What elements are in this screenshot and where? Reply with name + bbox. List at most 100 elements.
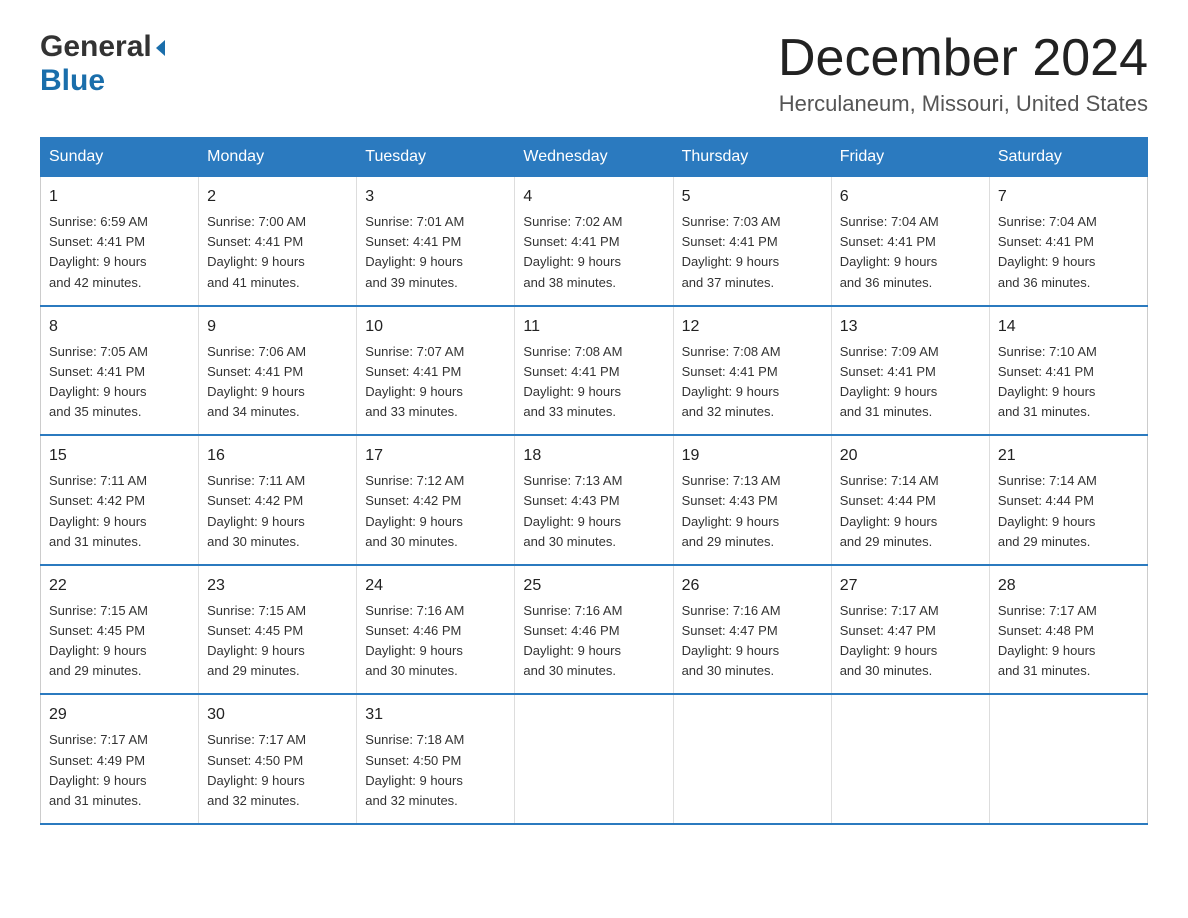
- table-row: 7 Sunrise: 7:04 AMSunset: 4:41 PMDayligh…: [989, 177, 1147, 306]
- day-info: Sunrise: 7:08 AMSunset: 4:41 PMDaylight:…: [682, 344, 781, 419]
- day-number: 4: [523, 185, 664, 209]
- day-number: 3: [365, 185, 506, 209]
- day-number: 29: [49, 703, 190, 727]
- calendar-header: Sunday Monday Tuesday Wednesday Thursday…: [41, 138, 1148, 177]
- calendar-body: 1 Sunrise: 6:59 AMSunset: 4:41 PMDayligh…: [41, 177, 1148, 824]
- day-number: 21: [998, 444, 1139, 468]
- day-number: 6: [840, 185, 981, 209]
- day-number: 27: [840, 574, 981, 598]
- table-row: 13 Sunrise: 7:09 AMSunset: 4:41 PMDaylig…: [831, 306, 989, 436]
- table-row: 19 Sunrise: 7:13 AMSunset: 4:43 PMDaylig…: [673, 435, 831, 565]
- day-info: Sunrise: 7:15 AMSunset: 4:45 PMDaylight:…: [207, 603, 306, 678]
- day-info: Sunrise: 7:13 AMSunset: 4:43 PMDaylight:…: [523, 473, 622, 548]
- day-info: Sunrise: 7:15 AMSunset: 4:45 PMDaylight:…: [49, 603, 148, 678]
- table-row: [831, 694, 989, 824]
- table-row: 25 Sunrise: 7:16 AMSunset: 4:46 PMDaylig…: [515, 565, 673, 695]
- day-number: 7: [998, 185, 1139, 209]
- table-row: 27 Sunrise: 7:17 AMSunset: 4:47 PMDaylig…: [831, 565, 989, 695]
- table-row: 29 Sunrise: 7:17 AMSunset: 4:49 PMDaylig…: [41, 694, 199, 824]
- day-info: Sunrise: 7:05 AMSunset: 4:41 PMDaylight:…: [49, 344, 148, 419]
- table-row: 14 Sunrise: 7:10 AMSunset: 4:41 PMDaylig…: [989, 306, 1147, 436]
- day-info: Sunrise: 7:18 AMSunset: 4:50 PMDaylight:…: [365, 732, 464, 807]
- table-row: 15 Sunrise: 7:11 AMSunset: 4:42 PMDaylig…: [41, 435, 199, 565]
- day-number: 17: [365, 444, 506, 468]
- table-row: [515, 694, 673, 824]
- day-number: 30: [207, 703, 348, 727]
- day-number: 5: [682, 185, 823, 209]
- logo-arrow-icon: [156, 40, 165, 56]
- table-row: 31 Sunrise: 7:18 AMSunset: 4:50 PMDaylig…: [357, 694, 515, 824]
- day-info: Sunrise: 7:07 AMSunset: 4:41 PMDaylight:…: [365, 344, 464, 419]
- day-info: Sunrise: 7:12 AMSunset: 4:42 PMDaylight:…: [365, 473, 464, 548]
- table-row: 10 Sunrise: 7:07 AMSunset: 4:41 PMDaylig…: [357, 306, 515, 436]
- day-number: 28: [998, 574, 1139, 598]
- location-title: Herculaneum, Missouri, United States: [778, 91, 1148, 117]
- logo: General Blue: [40, 30, 165, 98]
- day-number: 26: [682, 574, 823, 598]
- day-info: Sunrise: 7:16 AMSunset: 4:46 PMDaylight:…: [523, 603, 622, 678]
- header-wednesday: Wednesday: [515, 138, 673, 177]
- table-row: 26 Sunrise: 7:16 AMSunset: 4:47 PMDaylig…: [673, 565, 831, 695]
- table-row: 18 Sunrise: 7:13 AMSunset: 4:43 PMDaylig…: [515, 435, 673, 565]
- day-number: 19: [682, 444, 823, 468]
- day-number: 9: [207, 315, 348, 339]
- header-thursday: Thursday: [673, 138, 831, 177]
- day-number: 14: [998, 315, 1139, 339]
- day-number: 16: [207, 444, 348, 468]
- day-info: Sunrise: 7:14 AMSunset: 4:44 PMDaylight:…: [998, 473, 1097, 548]
- day-number: 12: [682, 315, 823, 339]
- day-info: Sunrise: 7:17 AMSunset: 4:47 PMDaylight:…: [840, 603, 939, 678]
- table-row: 9 Sunrise: 7:06 AMSunset: 4:41 PMDayligh…: [199, 306, 357, 436]
- table-row: 2 Sunrise: 7:00 AMSunset: 4:41 PMDayligh…: [199, 177, 357, 306]
- day-info: Sunrise: 7:03 AMSunset: 4:41 PMDaylight:…: [682, 214, 781, 289]
- day-info: Sunrise: 7:13 AMSunset: 4:43 PMDaylight:…: [682, 473, 781, 548]
- logo-blue-text: Blue: [40, 64, 105, 97]
- day-info: Sunrise: 7:11 AMSunset: 4:42 PMDaylight:…: [49, 473, 147, 548]
- day-number: 10: [365, 315, 506, 339]
- title-section: December 2024 Herculaneum, Missouri, Uni…: [778, 30, 1148, 117]
- day-info: Sunrise: 7:00 AMSunset: 4:41 PMDaylight:…: [207, 214, 306, 289]
- day-number: 2: [207, 185, 348, 209]
- table-row: 30 Sunrise: 7:17 AMSunset: 4:50 PMDaylig…: [199, 694, 357, 824]
- table-row: 22 Sunrise: 7:15 AMSunset: 4:45 PMDaylig…: [41, 565, 199, 695]
- day-info: Sunrise: 6:59 AMSunset: 4:41 PMDaylight:…: [49, 214, 148, 289]
- table-row: 16 Sunrise: 7:11 AMSunset: 4:42 PMDaylig…: [199, 435, 357, 565]
- day-number: 31: [365, 703, 506, 727]
- header-monday: Monday: [199, 138, 357, 177]
- day-number: 15: [49, 444, 190, 468]
- header-tuesday: Tuesday: [357, 138, 515, 177]
- day-info: Sunrise: 7:10 AMSunset: 4:41 PMDaylight:…: [998, 344, 1097, 419]
- day-info: Sunrise: 7:17 AMSunset: 4:50 PMDaylight:…: [207, 732, 306, 807]
- day-info: Sunrise: 7:11 AMSunset: 4:42 PMDaylight:…: [207, 473, 305, 548]
- day-number: 23: [207, 574, 348, 598]
- day-info: Sunrise: 7:17 AMSunset: 4:49 PMDaylight:…: [49, 732, 148, 807]
- table-row: 6 Sunrise: 7:04 AMSunset: 4:41 PMDayligh…: [831, 177, 989, 306]
- day-number: 24: [365, 574, 506, 598]
- day-number: 25: [523, 574, 664, 598]
- header-sunday: Sunday: [41, 138, 199, 177]
- page-header: General Blue December 2024 Herculaneum, …: [40, 30, 1148, 117]
- logo-general-text: General: [40, 30, 152, 64]
- day-info: Sunrise: 7:16 AMSunset: 4:46 PMDaylight:…: [365, 603, 464, 678]
- day-info: Sunrise: 7:06 AMSunset: 4:41 PMDaylight:…: [207, 344, 306, 419]
- day-number: 20: [840, 444, 981, 468]
- table-row: 23 Sunrise: 7:15 AMSunset: 4:45 PMDaylig…: [199, 565, 357, 695]
- day-number: 8: [49, 315, 190, 339]
- table-row: 17 Sunrise: 7:12 AMSunset: 4:42 PMDaylig…: [357, 435, 515, 565]
- header-saturday: Saturday: [989, 138, 1147, 177]
- table-row: 1 Sunrise: 6:59 AMSunset: 4:41 PMDayligh…: [41, 177, 199, 306]
- day-info: Sunrise: 7:17 AMSunset: 4:48 PMDaylight:…: [998, 603, 1097, 678]
- table-row: 5 Sunrise: 7:03 AMSunset: 4:41 PMDayligh…: [673, 177, 831, 306]
- day-info: Sunrise: 7:01 AMSunset: 4:41 PMDaylight:…: [365, 214, 464, 289]
- day-info: Sunrise: 7:16 AMSunset: 4:47 PMDaylight:…: [682, 603, 781, 678]
- day-number: 22: [49, 574, 190, 598]
- table-row: 11 Sunrise: 7:08 AMSunset: 4:41 PMDaylig…: [515, 306, 673, 436]
- day-info: Sunrise: 7:04 AMSunset: 4:41 PMDaylight:…: [840, 214, 939, 289]
- table-row: 28 Sunrise: 7:17 AMSunset: 4:48 PMDaylig…: [989, 565, 1147, 695]
- header-friday: Friday: [831, 138, 989, 177]
- day-info: Sunrise: 7:04 AMSunset: 4:41 PMDaylight:…: [998, 214, 1097, 289]
- day-number: 11: [523, 315, 664, 339]
- table-row: 4 Sunrise: 7:02 AMSunset: 4:41 PMDayligh…: [515, 177, 673, 306]
- day-info: Sunrise: 7:02 AMSunset: 4:41 PMDaylight:…: [523, 214, 622, 289]
- calendar-table: Sunday Monday Tuesday Wednesday Thursday…: [40, 137, 1148, 825]
